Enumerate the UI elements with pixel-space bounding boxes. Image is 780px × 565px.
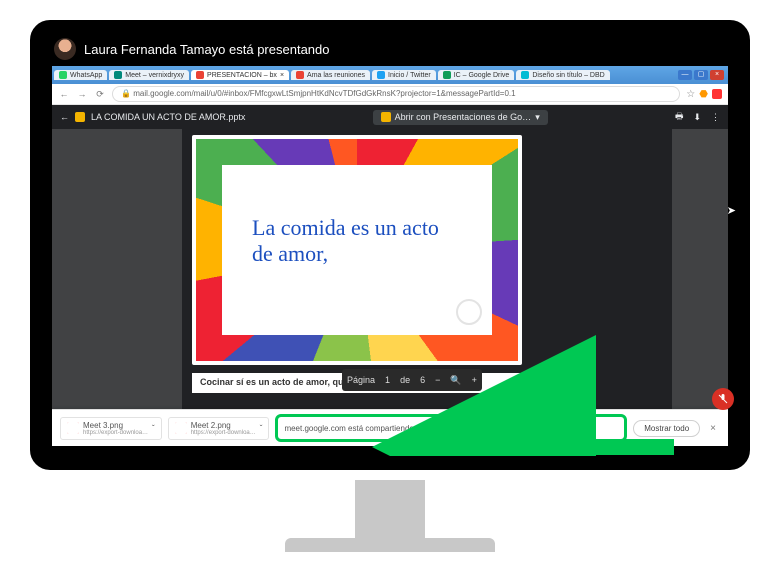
download-name: Meet 2.png [191,421,256,430]
slide-preview[interactable]: La comida es un acto de amor, [192,135,522,365]
presenter-name: Laura Fernanda Tamayo está presentando [84,42,329,57]
back-icon[interactable]: ← [58,88,70,100]
tab-bar: WhatsApp Meet – vernixdryxy PRESENTACION… [52,66,728,84]
monitor-stand-base [285,538,495,552]
slides-file-icon [75,112,85,122]
gmail-icon [196,71,204,79]
slide-title-text: La comida es un acto de amor, [252,215,462,268]
tab-meet[interactable]: Meet – vernixdryxy [109,70,189,80]
tab-twitter[interactable]: Inicio / Twitter [372,70,436,80]
reload-icon[interactable]: ⟳ [94,88,106,100]
drive-filename: LA COMIDA UN ACTO DE AMOR.pptx [91,112,245,122]
star-icon[interactable]: ☆ [686,89,695,100]
drive-icon [443,71,451,79]
screenshare-notice: meet.google.com está compartiendo tu pan… [275,414,627,442]
chevron-down-icon[interactable]: ˇ [260,424,263,433]
page-controls: Página 1 de 6 − 🔍 + [342,369,482,391]
drive-back-icon[interactable]: ← [60,112,69,122]
drive-toolbar: ← LA COMIDA UN ACTO DE AMOR.pptx Abrir c… [52,105,728,129]
slides-app-icon [381,112,391,122]
monitor-frame: Laura Fernanda Tamayo está presentando W… [30,20,750,470]
window-controls: — ▢ × [678,70,726,80]
whatsapp-icon [59,71,67,79]
print-icon[interactable]: 🖶 [675,109,684,125]
close-window-button[interactable]: × [710,70,724,80]
pager-total: 6 [420,375,425,385]
tab-label: IC – Google Drive [454,72,510,79]
url-action-icons: ☆ ⬣ [686,89,722,100]
address-field[interactable]: 🔒 mail.google.com/mail/u/0/#inbox/FMfcgx… [112,86,680,102]
blurred-left-panel [52,129,182,436]
meet-presenter-bar: Laura Fernanda Tamayo está presentando [44,34,736,64]
lock-icon: 🔒 [121,89,131,98]
zoom-in-button[interactable]: + [472,375,477,385]
mic-off-icon [717,393,729,405]
tab-whatsapp[interactable]: WhatsApp [54,70,107,80]
tab-presentation[interactable]: PRESENTACION – bx × [191,70,289,80]
tab-reuniones[interactable]: Ama las reuniones [291,70,370,80]
image-file-icon [175,422,187,434]
tab-drive[interactable]: IC – Google Drive [438,70,515,80]
shield-icon[interactable]: ⬣ [699,89,708,100]
open-with-label: Abrir con Presentaciones de Go… [395,112,532,122]
zoom-icon[interactable]: 🔍 [450,375,461,386]
monitor-stand-neck [355,480,425,540]
tab-label: Diseño sin título – DBD [532,72,604,79]
mouse-cursor-icon: ➤ [727,204,736,217]
download-item[interactable]: Meet 2.png https://export-downloa… ˇ [168,417,270,440]
presenter-avatar [54,38,76,60]
tab-label: PRESENTACION – bx [207,72,277,79]
screenshare-text: meet.google.com está compartiendo tu pan… [284,424,453,433]
meet-icon [114,71,122,79]
maximize-button[interactable]: ▢ [694,70,708,80]
more-icon[interactable]: ⋮ [711,112,720,123]
download-icon[interactable]: ⬇ [693,112,701,123]
chevron-down-icon[interactable]: ˇ [152,424,155,433]
download-item[interactable]: Meet 3.png https://export-downloa… ˇ [60,417,162,440]
open-with-button[interactable]: Abrir con Presentaciones de Go… ▾ [373,110,548,125]
zoom-out-button[interactable]: − [435,375,440,385]
image-file-icon [67,422,79,434]
download-source: https://export-downloa… [83,430,148,436]
extension-icon[interactable] [712,89,722,99]
tab-label: Ama las reuniones [307,72,365,79]
tab-label: Meet – vernixdryxy [125,72,184,79]
pager-of: de [400,375,410,385]
browser-window: WhatsApp Meet – vernixdryxy PRESENTACION… [52,66,728,436]
tab-label: WhatsApp [70,72,102,79]
canva-icon [521,71,529,79]
tab-design[interactable]: Diseño sin título – DBD [516,70,609,80]
url-bar: ← → ⟳ 🔒 mail.google.com/mail/u/0/#inbox/… [52,84,728,105]
forward-icon[interactable]: → [76,88,88,100]
minimize-button[interactable]: — [678,70,692,80]
stop-sharing-button[interactable]: Dejar de compartir [459,421,541,436]
screen: Laura Fernanda Tamayo está presentando W… [44,34,736,456]
mic-muted-badge[interactable] [712,388,734,410]
twitter-icon [377,71,385,79]
show-all-downloads-button[interactable]: Mostrar todo [633,420,700,437]
gmail-icon [296,71,304,79]
tab-label: Inicio / Twitter [388,72,431,79]
chevron-down-icon: ▾ [535,112,540,123]
download-name: Meet 3.png [83,421,148,430]
pager-label: Página [347,375,375,385]
pager-current: 1 [385,375,390,385]
address-text: mail.google.com/mail/u/0/#inbox/FMfcgxwL… [133,89,515,98]
download-bar: Meet 3.png https://export-downloa… ˇ Mee… [52,409,728,446]
drive-viewer-body: La comida es un acto de amor, Cocinar sí… [52,129,728,436]
close-download-bar-icon[interactable]: × [706,423,720,434]
stock-watermark-icon [456,299,482,325]
close-icon[interactable]: × [280,72,284,79]
download-source: https://export-downloa… [191,430,256,436]
